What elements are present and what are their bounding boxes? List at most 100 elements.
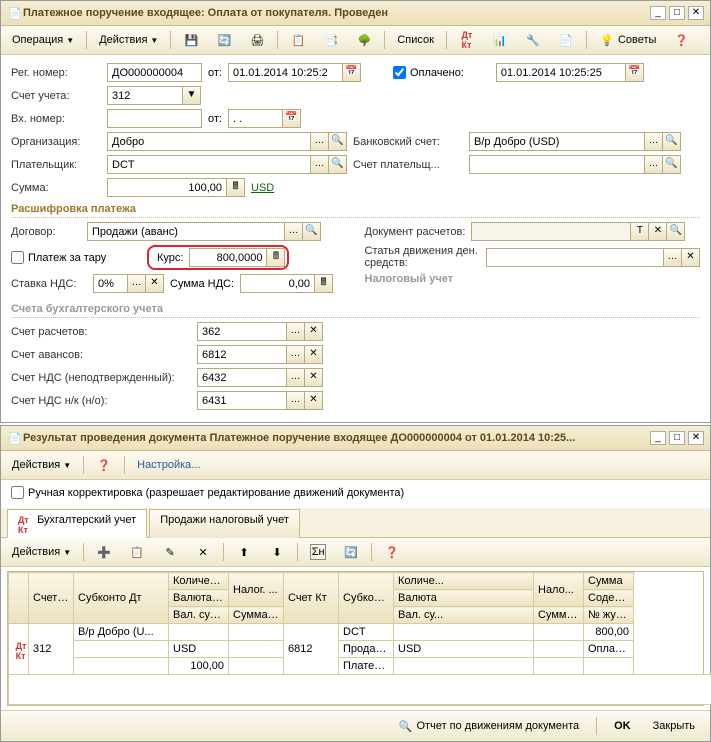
th-sub-kt[interactable]: Субконто Кт — [339, 573, 394, 624]
acc-vat-unconf-input[interactable] — [197, 368, 287, 387]
close-button[interactable]: ✕ — [688, 6, 704, 20]
help-grid-icon[interactable]: ❓ — [377, 541, 407, 563]
actions-menu[interactable]: Действия▼ — [92, 31, 165, 49]
settings-link[interactable]: Настройка... — [130, 456, 207, 474]
expense-item-select-icon[interactable]: … — [664, 248, 682, 267]
vat-rate-input[interactable] — [93, 274, 128, 293]
bank-acc-open-icon[interactable]: 🔍 — [663, 132, 681, 151]
payer-acc-input[interactable] — [469, 155, 645, 174]
minimize-button[interactable]: _ — [650, 431, 666, 445]
th-sum-nu-dt[interactable]: Сумма (н/у) Дт — [229, 607, 284, 624]
dtkt-icon[interactable]: ДтКт — [452, 29, 482, 51]
ok-button[interactable]: OK — [607, 717, 638, 735]
account-input[interactable] — [107, 86, 183, 105]
save-post-icon[interactable]: 💾 — [176, 29, 206, 51]
org-select-icon[interactable]: … — [311, 132, 329, 151]
payer-acc-select-icon[interactable]: … — [645, 155, 663, 174]
expense-item-input[interactable] — [486, 248, 664, 267]
refresh-grid-icon[interactable]: 🔄 — [336, 541, 366, 563]
posting-grid[interactable]: Счет Дт Субконто Дт Количест... Налог. .… — [7, 571, 704, 706]
actions-menu2[interactable]: Действия▼ — [5, 456, 78, 474]
acc-vat-nk-select-icon[interactable]: … — [287, 391, 305, 410]
vat-rate-clear-icon[interactable]: ✕ — [146, 274, 164, 293]
rate-calc-icon[interactable]: 🖩 — [267, 248, 285, 267]
manual-edit-checkbox[interactable]: Ручная корректировка (разрешает редактир… — [11, 486, 404, 499]
edit-icon[interactable]: ✎ — [155, 541, 185, 563]
th-content[interactable]: Содержание — [584, 590, 634, 607]
payer-input[interactable] — [107, 155, 311, 174]
th-journal[interactable]: № журнала — [584, 607, 634, 624]
help-icon[interactable]: ❓ — [666, 29, 696, 51]
acc-advance-select-icon[interactable]: … — [287, 345, 305, 364]
reg-no-input[interactable] — [107, 63, 202, 82]
table-row[interactable]: 100,00 Платежное поручение в... — [9, 658, 711, 675]
contract-open-icon[interactable]: 🔍 — [303, 222, 321, 241]
th-sub-dt[interactable]: Субконто Дт — [74, 573, 169, 624]
minimize-button[interactable]: _ — [650, 6, 666, 20]
th-cur-sum[interactable]: Вал. сум... — [169, 607, 229, 624]
structure-icon[interactable]: 🌳 — [349, 29, 379, 51]
vat-sum-input[interactable] — [240, 274, 315, 293]
maximize-button[interactable]: □ — [669, 6, 685, 20]
in-no-input[interactable] — [107, 109, 202, 128]
acc-advance-clear-icon[interactable]: ✕ — [305, 345, 323, 364]
help-icon2[interactable]: ❓ — [89, 454, 119, 476]
currency-link[interactable]: USD — [251, 182, 274, 194]
contract-select-icon[interactable]: … — [285, 222, 303, 241]
date-picker-icon[interactable]: 📅 — [343, 63, 361, 82]
acc-advance-input[interactable] — [197, 345, 287, 364]
acc-settle-input[interactable] — [197, 322, 287, 341]
acc-vat-unconf-select-icon[interactable]: … — [287, 368, 305, 387]
tab-tax[interactable]: Продажи налоговый учет — [149, 509, 300, 538]
payer-acc-open-icon[interactable]: 🔍 — [663, 155, 681, 174]
maximize-button[interactable]: □ — [669, 431, 685, 445]
bank-acc-select-icon[interactable]: … — [645, 132, 663, 151]
basis-icon[interactable]: 📋 — [283, 29, 313, 51]
contract-input[interactable] — [87, 222, 285, 241]
th-qty-k[interactable]: Количе... — [394, 573, 534, 590]
th-acc-dt[interactable]: Счет Дт — [29, 573, 74, 624]
copy-row-icon[interactable]: 📋 — [122, 541, 152, 563]
sum-icon[interactable]: Σн — [303, 541, 333, 563]
pay-tare-checkbox[interactable]: Платеж за тару — [11, 251, 141, 264]
th-tax-k[interactable]: Нало... — [534, 573, 584, 607]
org-open-icon[interactable]: 🔍 — [329, 132, 347, 151]
th-cur-dt[interactable]: Валюта Дт — [169, 590, 229, 607]
report-button[interactable]: 🔍Отчет по движениям документа — [391, 715, 587, 737]
payment-doc-t-icon[interactable]: T — [631, 222, 649, 241]
table-row[interactable]: ДтКт 312 В/р Добро (U... 6812 DCT 800,00 — [9, 624, 711, 641]
report-icon[interactable]: 📊 — [485, 29, 515, 51]
th-sum[interactable]: Сумма — [584, 573, 634, 590]
acc-settle-clear-icon[interactable]: ✕ — [305, 322, 323, 341]
operation-menu[interactable]: Операция▼ — [5, 31, 81, 49]
sum-input[interactable] — [107, 178, 227, 197]
acc-settle-select-icon[interactable]: … — [287, 322, 305, 341]
up-icon[interactable]: ⬆ — [229, 541, 259, 563]
th-qty[interactable]: Количест... — [169, 573, 229, 590]
refresh-icon[interactable]: 🔄 — [209, 29, 239, 51]
paid-checkbox[interactable]: Оплачено: — [393, 66, 464, 79]
payment-doc-clear-icon[interactable]: ✕ — [649, 222, 667, 241]
paid-date-picker-icon[interactable]: 📅 — [626, 63, 644, 82]
payment-doc-open-icon[interactable]: 🔍 — [667, 222, 685, 241]
th-sum-nu-kt[interactable]: Сумма (н/у) Кт — [534, 607, 584, 624]
close-button[interactable]: ✕ — [688, 431, 704, 445]
grid-actions-menu[interactable]: Действия▼ — [5, 543, 78, 561]
th-acc-kt[interactable]: Счет Кт — [284, 573, 339, 624]
in-date-input[interactable] — [228, 109, 283, 128]
tab-accounting[interactable]: Дт Кт Бухгалтерский учет — [7, 509, 147, 538]
sum-calc-icon[interactable]: 🖩 — [227, 178, 245, 197]
paid-date-input[interactable] — [496, 63, 626, 82]
account-dropdown-icon[interactable]: ▼ — [183, 86, 201, 105]
th-tax[interactable]: Налог. ... — [229, 573, 284, 607]
expense-item-clear-icon[interactable]: ✕ — [682, 248, 700, 267]
payer-open-icon[interactable]: 🔍 — [329, 155, 347, 174]
th-cur-sum-k[interactable]: Вал. су... — [394, 607, 534, 624]
date-input[interactable] — [228, 63, 343, 82]
list-button[interactable]: Список — [390, 31, 441, 49]
org-input[interactable] — [107, 132, 311, 151]
tree-icon[interactable]: 🔧 — [518, 29, 548, 51]
vat-sum-calc-icon[interactable]: 🖩 — [315, 274, 333, 293]
rate-input[interactable] — [189, 248, 267, 267]
acc-vat-nk-clear-icon[interactable]: ✕ — [305, 391, 323, 410]
